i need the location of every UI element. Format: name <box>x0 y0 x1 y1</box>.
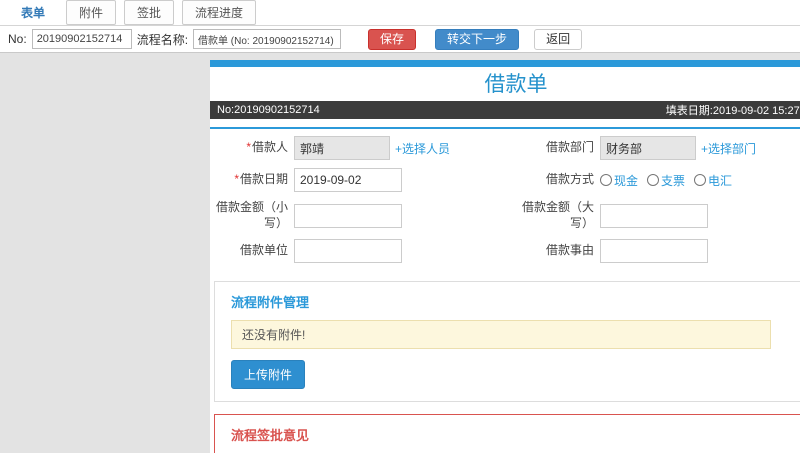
loan-date-label: *借款日期 <box>210 172 294 188</box>
loan-date-input[interactable] <box>294 168 402 192</box>
form-row-department: 借款部门 +选择部门 <box>516 132 800 164</box>
department-label: 借款部门 <box>516 140 600 156</box>
loan-reason-field <box>600 239 708 264</box>
tab-attachment[interactable]: 附件 <box>66 0 117 25</box>
form-header-bar: No:20190902152714 填表日期:2019-09-02 15:27:… <box>210 101 800 119</box>
toolbar: No: 流程名称: 保存 转交下一步 返回 <box>0 26 800 53</box>
save-button[interactable]: 保存 <box>368 28 417 50</box>
method-check-label: 支票 <box>661 173 686 188</box>
form-row-reason: 借款事由 <box>516 235 800 267</box>
loan-date-field <box>294 168 402 192</box>
form-no-text: No:20190902152714 <box>217 104 320 116</box>
no-attachments-alert: 还没有附件! <box>231 320 771 350</box>
form-row-date: *借款日期 <box>210 164 516 196</box>
method-check-option[interactable]: 支票 <box>647 172 685 189</box>
loan-date-label-text: 借款日期 <box>239 172 288 187</box>
form-row-unit: 借款单位 <box>210 235 516 267</box>
department-label-text: 借款部门 <box>545 140 594 155</box>
card-top-accent <box>210 60 800 67</box>
borrower-label: *借款人 <box>210 140 294 156</box>
amount-big-label-text: 借款金额（大写） <box>521 200 594 230</box>
form-title: 借款单 <box>484 73 548 96</box>
method-wire-radio[interactable] <box>694 174 707 186</box>
method-wire-label: 电汇 <box>708 173 733 188</box>
select-department-link[interactable]: +选择部门 <box>701 140 756 157</box>
tab-approval[interactable]: 签批 <box>124 0 175 25</box>
method-cash-radio[interactable] <box>600 174 612 186</box>
no-label: No: <box>8 32 27 46</box>
loan-unit-input[interactable] <box>294 239 402 264</box>
select-person-link[interactable]: +选择人员 <box>395 140 450 157</box>
required-mark: * <box>246 140 251 155</box>
approval-title: 流程签批意见 <box>231 428 310 444</box>
loan-reason-input[interactable] <box>600 239 708 264</box>
borrower-field: +选择人员 <box>294 136 450 160</box>
tab-bar: 表单 附件 签批 流程进度 <box>0 0 800 26</box>
borrower-label-text: 借款人 <box>251 140 288 155</box>
amount-big-label: 借款金额（大写） <box>516 200 600 231</box>
loan-method-label-text: 借款方式 <box>545 172 594 187</box>
approval-section: 流程签批意见 B I abc A ✎ ⚓ ⚑ ≣ ≡ ⇤ ⇥ <box>214 414 800 453</box>
department-field: +选择部门 <box>600 136 756 160</box>
form-date-text: 填表日期:2019-09-02 15:27:14 <box>665 105 800 117</box>
loan-unit-field <box>294 239 402 264</box>
tab-progress[interactable]: 流程进度 <box>182 0 257 25</box>
method-cash-label: 现金 <box>614 173 639 188</box>
back-button[interactable]: 返回 <box>534 28 583 50</box>
loan-method-options: 现金 支票 电汇 <box>600 172 732 189</box>
process-name-input[interactable] <box>193 29 342 49</box>
amount-small-label-text: 借款金额（小写） <box>215 200 288 230</box>
loan-form-card: 借款单 No:20190902152714 填表日期:2019-09-02 15… <box>210 60 800 453</box>
process-name-label: 流程名称: <box>136 32 189 47</box>
amount-small-input[interactable] <box>294 203 402 228</box>
content-area: 借款单 No:20190902152714 填表日期:2019-09-02 15… <box>0 53 800 453</box>
amount-big-field <box>600 203 708 228</box>
method-cash-option[interactable]: 现金 <box>600 172 638 189</box>
loan-method-label: 借款方式 <box>516 172 600 188</box>
form-row-amount-big: 借款金额（大写） <box>516 196 800 235</box>
method-wire-option[interactable]: 电汇 <box>694 172 732 189</box>
attachments-title: 流程附件管理 <box>231 295 310 311</box>
no-input[interactable] <box>31 29 132 49</box>
method-check-radio[interactable] <box>647 174 660 186</box>
tab-form[interactable]: 表单 <box>8 0 58 25</box>
loan-reason-label: 借款事由 <box>516 243 600 259</box>
department-input[interactable] <box>600 136 696 160</box>
next-step-button[interactable]: 转交下一步 <box>435 28 520 50</box>
borrower-input[interactable] <box>294 136 390 160</box>
loan-reason-label-text: 借款事由 <box>545 243 594 258</box>
form-row-amount-small: 借款金额（小写） <box>210 196 516 235</box>
upload-attachment-button[interactable]: 上传附件 <box>231 360 306 390</box>
form-row-method: 借款方式 现金 支票 电汇 <box>516 164 800 196</box>
amount-small-label: 借款金额（小写） <box>210 200 294 231</box>
loan-form: *借款人 +选择人员 借款部门 +选择部门 *借款日期 <box>210 129 800 273</box>
attachments-section: 流程附件管理 还没有附件! 上传附件 <box>214 281 800 403</box>
loan-unit-label: 借款单位 <box>210 243 294 259</box>
form-row-borrower: *借款人 +选择人员 <box>210 132 516 164</box>
amount-small-field <box>294 203 402 228</box>
required-mark: * <box>234 172 239 187</box>
amount-big-input[interactable] <box>600 203 708 228</box>
loan-unit-label-text: 借款单位 <box>239 243 288 258</box>
